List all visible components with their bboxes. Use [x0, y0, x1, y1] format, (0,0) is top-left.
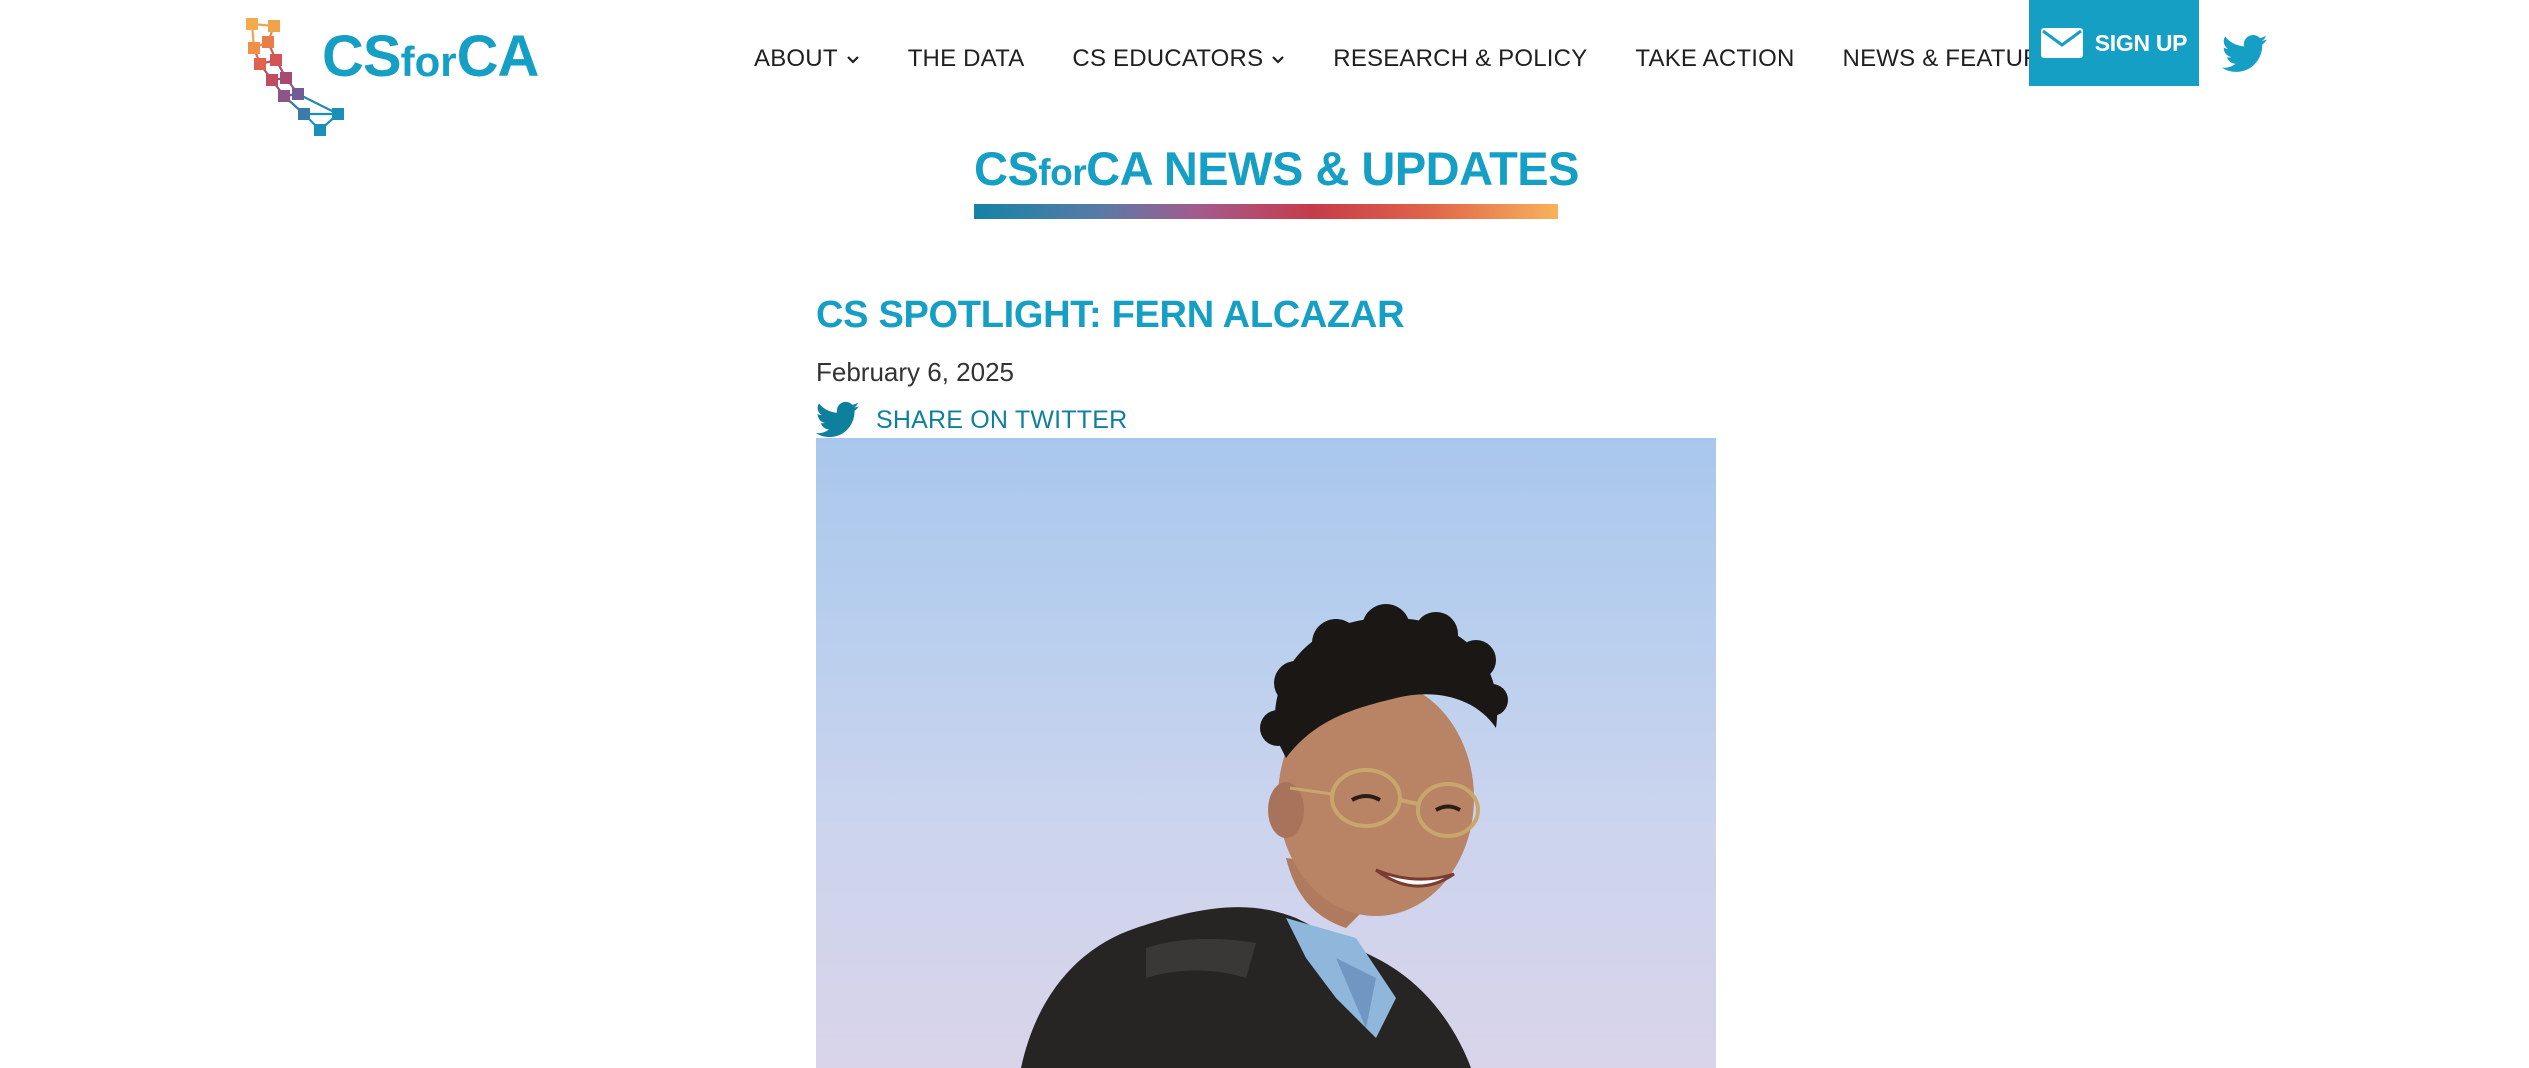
page-title-block: CSforCA NEWS & UPDATES [974, 138, 1579, 219]
signup-label: SIGN UP [2094, 29, 2188, 56]
title-gradient-underline [974, 204, 1558, 219]
envelope-icon [2040, 28, 2083, 58]
chevron-down-icon [1272, 56, 1285, 64]
twitter-icon [816, 401, 860, 438]
page: CSforCA ABOUT THE DATA CS EDUCATORS RESE… [0, 0, 2529, 1068]
share-on-twitter-link[interactable]: SHARE ON TWITTER [816, 400, 1716, 440]
nav-item-take-action[interactable]: TAKE ACTION [1635, 45, 1794, 73]
twitter-icon[interactable] [2222, 34, 2268, 74]
article-title: CS SPOTLIGHT: FERN ALCAZAR [816, 294, 1405, 336]
article-featured-photo [816, 438, 1716, 1068]
nav-item-cs-educators[interactable]: CS EDUCATORS [1072, 45, 1285, 73]
logo-wordmark: CSforCA [322, 24, 539, 89]
nav-item-research-policy[interactable]: RESEARCH & POLICY [1333, 45, 1587, 73]
nav-item-label: ABOUT [754, 45, 838, 72]
nav-item-label: THE DATA [907, 45, 1025, 72]
chevron-down-icon [846, 56, 859, 64]
site-logo[interactable]: CSforCA [244, 18, 564, 142]
share-label: SHARE ON TWITTER [876, 405, 1128, 434]
nav-item-label: CS EDUCATORS [1072, 45, 1264, 72]
signup-button[interactable]: SIGN UP [2029, 0, 2199, 86]
article-date: February 6, 2025 [816, 357, 1015, 387]
nav-item-label: TAKE ACTION [1635, 45, 1795, 72]
article-header: CS SPOTLIGHT: FERN ALCAZAR February 6, 2… [816, 290, 1716, 440]
nav-item-about[interactable]: ABOUT [754, 45, 860, 73]
portrait-illustration [1021, 604, 1508, 1068]
nav-item-label: RESEARCH & POLICY [1333, 45, 1588, 72]
nav-item-the-data[interactable]: THE DATA [908, 45, 1025, 73]
main-nav: ABOUT THE DATA CS EDUCATORS RESEARCH & P… [754, 42, 2095, 76]
page-title: CSforCA NEWS & UPDATES [974, 142, 1579, 195]
